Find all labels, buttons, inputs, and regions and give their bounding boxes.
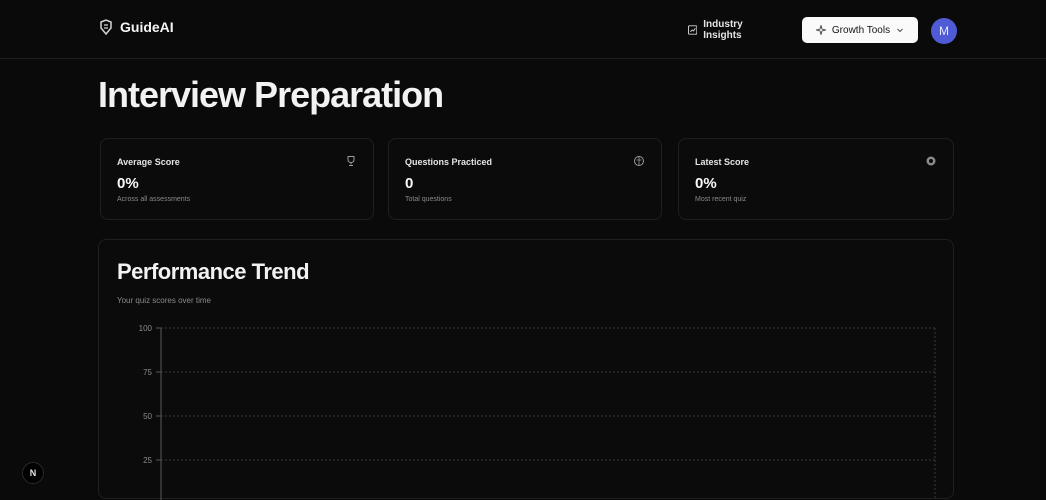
growth-tools-dropdown[interactable]: Growth Tools [802,17,918,43]
y-tick-label: 100 [139,324,153,333]
stat-card-latest-score: Latest Score 0% Most recent quiz [678,138,954,220]
industry-insights-label: Industry Insights [703,19,743,41]
y-tick-label: 25 [143,456,152,465]
stat-label: Latest Score [695,157,750,167]
logo[interactable]: GuideAI [98,19,174,35]
industry-insights-button[interactable]: Industry Insights [678,17,788,43]
y-tick-label: 50 [143,412,152,421]
user-avatar[interactable]: M [931,18,957,44]
stat-label: Questions Practiced [405,157,493,167]
growth-tools-label: Growth Tools [831,24,891,36]
performance-trend-card: Performance Trend Your quiz scores over … [98,239,954,500]
stat-subtitle: Across all assessments [117,196,191,203]
performance-trend-chart: 100 75 50 25 [139,324,936,500]
logo-icon [100,19,112,35]
stat-subtitle: Total questions [405,196,452,203]
chevron-down-icon [897,28,903,33]
stat-label: Average Score [117,157,180,167]
chart-icon [688,25,698,35]
stat-value: 0 [405,175,414,192]
stat-card-questions-practiced: Questions Practiced 0 Total questions [388,138,662,220]
page-title: Interview Preparation [98,74,444,115]
logo-text: GuideAI [120,19,174,35]
top-nav-bar: GuideAI Industry Insights Growth Tools M [0,0,1046,59]
trophy-icon [347,156,355,166]
target-icon [926,156,936,166]
sparkle-icon [815,25,826,35]
brain-icon [634,156,644,166]
dev-indicator-badge[interactable]: N [22,462,44,484]
stat-card-average-score: Average Score 0% Across all assessments [100,138,374,220]
y-tick-label: 75 [143,368,152,377]
stat-subtitle: Most recent quiz [695,196,747,203]
stat-value: 0% [695,175,717,192]
stat-value: 0% [117,175,139,192]
